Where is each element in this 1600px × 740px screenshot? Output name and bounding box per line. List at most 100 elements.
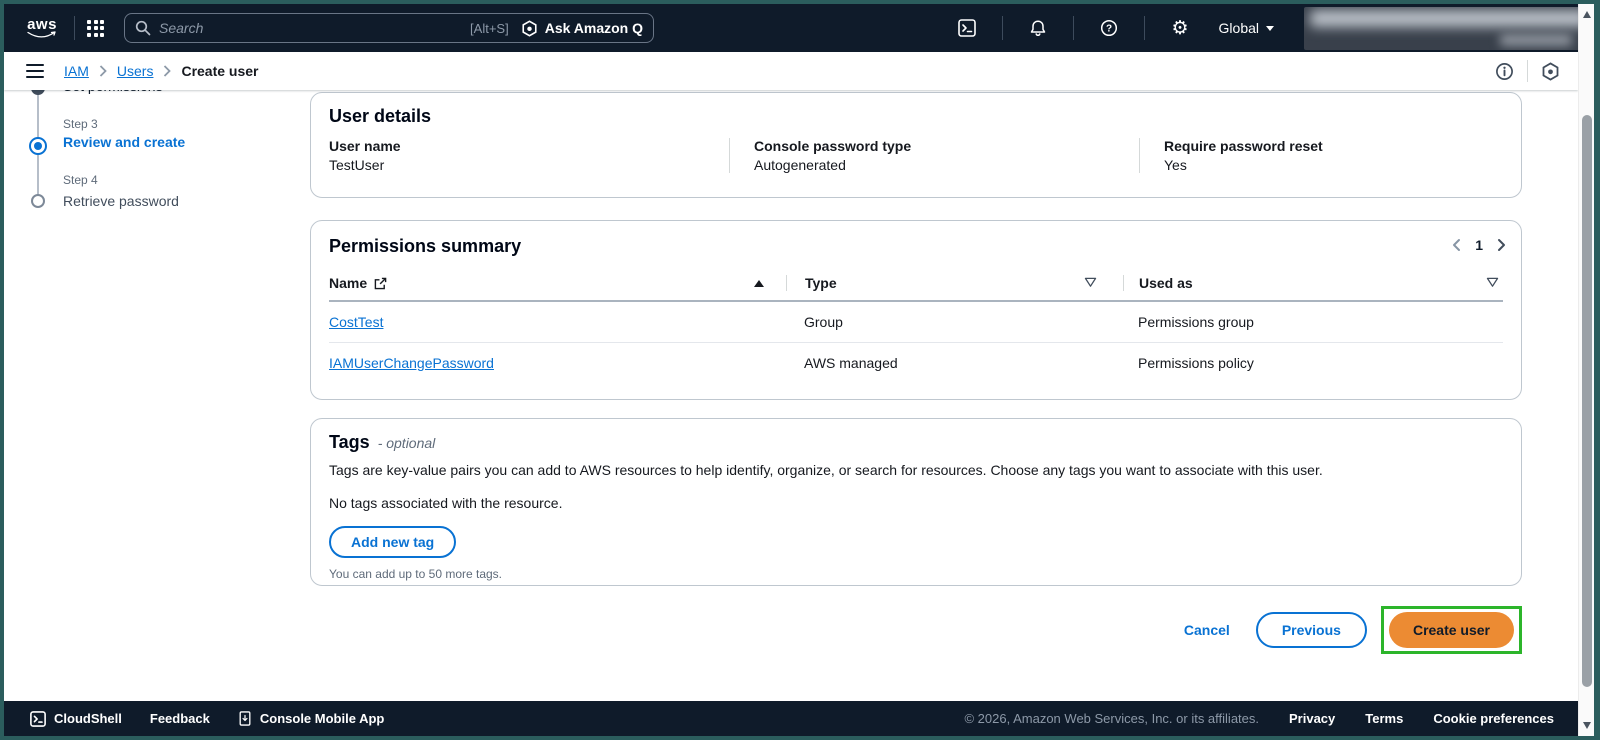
- breadcrumb-bar: IAM Users Create user: [4, 52, 1578, 90]
- step-review-and-create[interactable]: Review and create: [63, 134, 185, 150]
- console-footer: CloudShell Feedback Console Mobile App ©…: [4, 701, 1594, 736]
- breadcrumb-separator-icon: [99, 65, 107, 77]
- region-selector[interactable]: Global: [1203, 20, 1290, 36]
- column-header-used-as[interactable]: Used as: [1123, 275, 1503, 291]
- info-icon[interactable]: [1495, 62, 1514, 81]
- table-row: CostTest Group Permissions group: [329, 302, 1503, 343]
- scrollbar-up-arrow[interactable]: [1582, 11, 1591, 18]
- table-row: IAMUserChangePassword AWS managed Permis…: [329, 343, 1503, 383]
- permissions-summary-card: Permissions summary 1 Name Type Used as …: [310, 220, 1522, 400]
- nav-divider: [1002, 16, 1004, 40]
- column-header-label: Used as: [1139, 275, 1193, 291]
- cell-name: IAMUserChangePassword: [329, 355, 786, 371]
- action-highlight-box: Create user: [1380, 606, 1522, 654]
- redaction-blur: [1310, 9, 1588, 27]
- detail-user-name: User name TestUser: [329, 138, 729, 173]
- side-menu-toggle[interactable]: [26, 63, 44, 79]
- account-info-redacted[interactable]: [1304, 6, 1594, 50]
- cancel-button[interactable]: Cancel: [1184, 622, 1230, 638]
- pagination-previous-button[interactable]: [1451, 238, 1462, 252]
- screenshot-frame: aws [Alt+S] Ask Amazon Q: [0, 0, 1600, 740]
- step-3-label: Step 3: [63, 117, 98, 131]
- aws-logo-text: aws: [27, 15, 57, 33]
- tags-empty-message: No tags associated with the resource.: [329, 495, 563, 511]
- footer-terms-link[interactable]: Terms: [1365, 711, 1403, 726]
- topnav-right-cluster: ? ⚙ Global: [944, 4, 1594, 52]
- aws-logo[interactable]: aws: [22, 15, 62, 39]
- detail-console-password-type: Console password type Autogenerated: [729, 138, 1139, 173]
- aws-smile-icon: [27, 30, 56, 38]
- scrollbar-thumb[interactable]: [1582, 115, 1592, 687]
- notifications-button[interactable]: [1015, 4, 1061, 52]
- search-shortcut-hint: [Alt+S]: [470, 20, 509, 36]
- region-label: Global: [1218, 20, 1259, 36]
- create-user-button[interactable]: Create user: [1388, 612, 1514, 648]
- nav-divider: [1144, 16, 1146, 40]
- pagination-next-button[interactable]: [1496, 238, 1507, 252]
- footer-cloudshell-button[interactable]: CloudShell: [30, 710, 122, 727]
- footer-feedback-button[interactable]: Feedback: [150, 711, 210, 726]
- step-set-permissions[interactable]: Set permissions: [63, 90, 163, 94]
- add-new-tag-button[interactable]: Add new tag: [329, 526, 457, 558]
- unified-search-bar[interactable]: [Alt+S] Ask Amazon Q: [124, 13, 654, 43]
- filter-icon[interactable]: [1084, 275, 1097, 291]
- tags-title-row: Tags - optional: [329, 432, 1503, 453]
- search-icon: [135, 20, 151, 36]
- amazon-q-icon: [522, 19, 537, 37]
- column-header-label: Name: [329, 275, 368, 291]
- review-content: User details User name TestUser Console …: [310, 90, 1522, 701]
- column-header-type[interactable]: Type: [786, 275, 1123, 291]
- tags-optional-suffix: - optional: [377, 435, 436, 451]
- copyright-text: © 2026, Amazon Web Services, Inc. or its…: [964, 711, 1259, 726]
- sort-ascending-icon[interactable]: [754, 279, 764, 287]
- detail-value: Autogenerated: [754, 157, 846, 173]
- table-pagination: 1: [1451, 237, 1507, 253]
- breadcrumb-separator-icon: [164, 65, 172, 77]
- mobile-app-icon: [239, 711, 251, 726]
- previous-button[interactable]: Previous: [1255, 612, 1367, 648]
- pagination-current-page[interactable]: 1: [1475, 237, 1483, 253]
- detail-label: Require password reset: [1164, 138, 1323, 154]
- permission-link[interactable]: IAMUserChangePassword: [329, 355, 494, 371]
- gear-icon: ⚙: [1171, 16, 1189, 39]
- cell-type: Group: [804, 314, 843, 330]
- column-header-name[interactable]: Name: [329, 275, 786, 291]
- ask-amazon-q-label: Ask Amazon Q: [544, 20, 643, 36]
- cell-used-as: Permissions policy: [1138, 355, 1254, 371]
- help-button[interactable]: ?: [1086, 4, 1132, 52]
- footer-mobile-app-button[interactable]: Console Mobile App: [238, 710, 384, 727]
- tags-title: Tags: [329, 432, 370, 452]
- external-link-icon: [374, 277, 387, 290]
- step-retrieve-password: Retrieve password: [63, 193, 179, 209]
- permission-link[interactable]: CostTest: [329, 314, 383, 330]
- user-details-title: User details: [329, 106, 432, 126]
- breadcrumb-iam-link[interactable]: IAM: [64, 63, 89, 79]
- footer-mobile-app-label: Console Mobile App: [259, 711, 385, 726]
- chevron-right-icon: [1498, 239, 1505, 251]
- services-menu-icon[interactable]: [87, 19, 104, 37]
- settings-button[interactable]: ⚙: [1157, 4, 1202, 52]
- breadcrumb: IAM Users Create user: [64, 63, 259, 79]
- nav-divider: [74, 16, 75, 40]
- filter-icon[interactable]: [1486, 275, 1499, 291]
- cloudshell-terminal-icon: [958, 19, 977, 37]
- table-header-row: Name Type Used as: [329, 269, 1503, 302]
- vertical-scrollbar[interactable]: [1578, 4, 1594, 736]
- redaction-blur: [1500, 33, 1572, 46]
- ask-amazon-q-button[interactable]: Ask Amazon Q: [521, 19, 643, 37]
- footer-privacy-link[interactable]: Privacy: [1289, 711, 1335, 726]
- top-navigation-bar: aws [Alt+S] Ask Amazon Q: [4, 4, 1594, 52]
- amazon-q-panel-icon[interactable]: [1541, 61, 1560, 81]
- breadcrumb-users-link[interactable]: Users: [117, 63, 154, 79]
- search-input[interactable]: [151, 20, 471, 36]
- permissions-table: Name Type Used as CostTest Group Permiss…: [329, 269, 1503, 383]
- step-4-upcoming-marker: [31, 194, 45, 208]
- tags-card: Tags - optional Tags are key-value pairs…: [310, 418, 1522, 586]
- wizard-actions: Cancel Previous Create user: [310, 606, 1522, 654]
- tags-description: Tags are key-value pairs you can add to …: [329, 462, 1323, 478]
- scrollbar-down-arrow[interactable]: [1582, 722, 1591, 729]
- cloudshell-button[interactable]: [944, 4, 990, 52]
- chevron-left-icon: [1453, 239, 1461, 251]
- column-header-label: Type: [805, 275, 837, 291]
- footer-cookie-preferences-link[interactable]: Cookie preferences: [1433, 711, 1554, 726]
